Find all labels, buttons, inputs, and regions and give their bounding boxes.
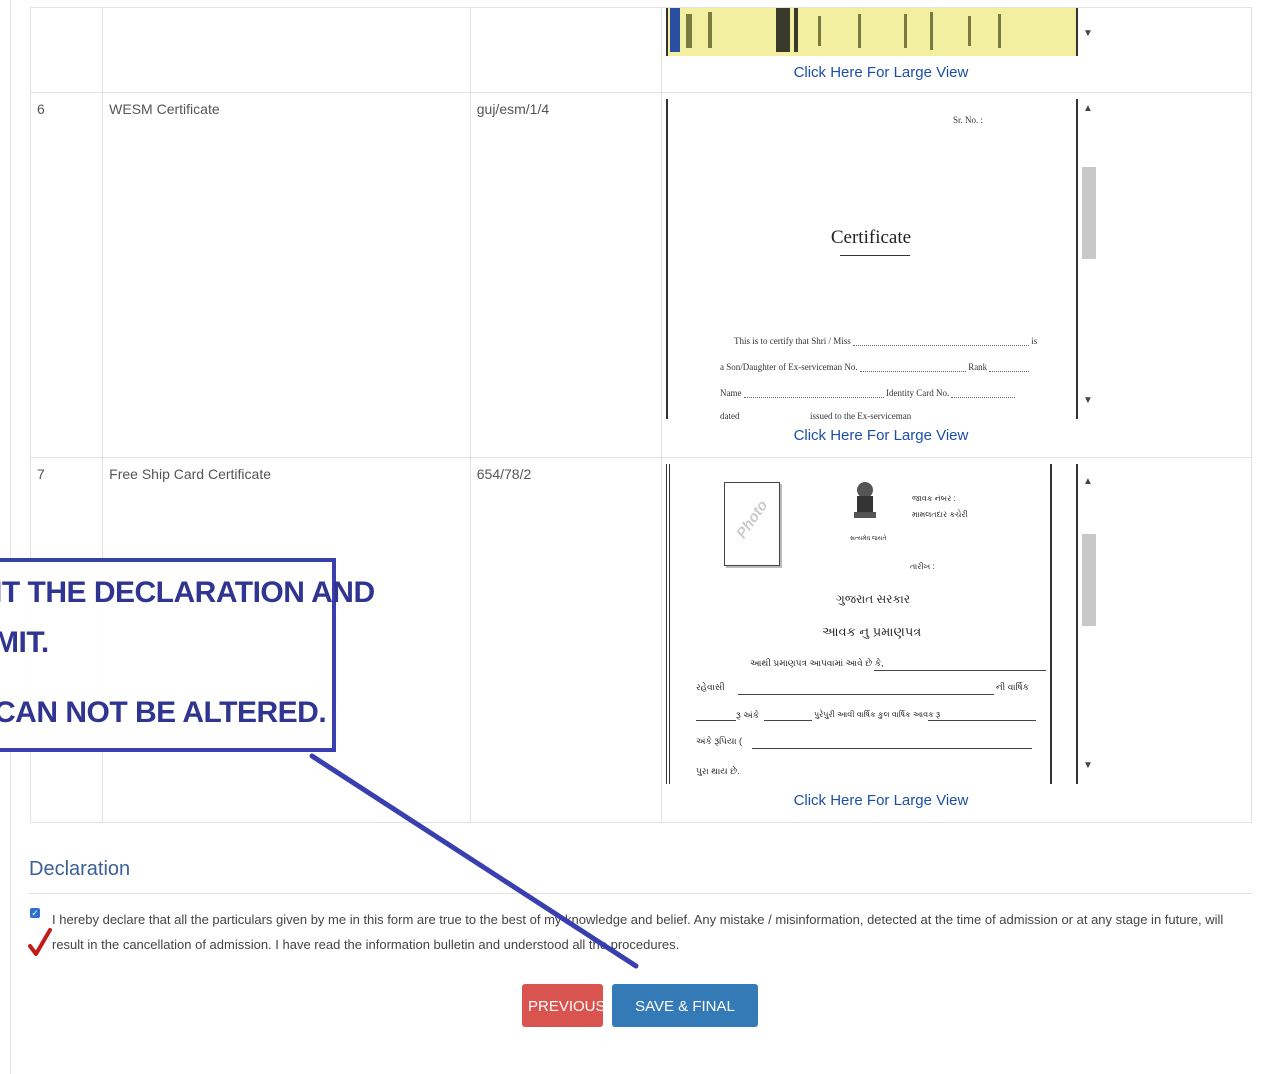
scroll-down-icon[interactable]: ▼ (1082, 760, 1094, 771)
scrollbar-thumb[interactable] (1081, 167, 1096, 259)
scroll-down-icon[interactable]: ▼ (1082, 395, 1094, 406)
scroll-up-icon[interactable]: ▲ (1082, 103, 1094, 114)
table-row-top-partial: ▼ Click Here For Large View (29, 7, 1253, 93)
preview-scrollbar[interactable]: ▼ (1075, 8, 1098, 56)
wesm-certificate-preview: Sr. No. : Certificate This is to certify… (665, 99, 1096, 419)
large-view-link[interactable]: Click Here For Large View (662, 792, 1100, 809)
document-number: guj/esm/1/4 (469, 92, 662, 458)
photo-placeholder: Photo (723, 482, 780, 566)
document-preview-image (665, 8, 1096, 56)
preview-scrollbar[interactable]: ▲ ▼ (1075, 464, 1098, 784)
certificate-title: Certificate (830, 227, 912, 248)
row-number: 6 (29, 92, 104, 458)
document-number: 654/78/2 (469, 457, 662, 823)
preview-scrollbar[interactable]: ▲ ▼ (1075, 99, 1098, 419)
callout-line-2: MIT. (0, 626, 49, 659)
large-view-link[interactable]: Click Here For Large View (662, 64, 1100, 81)
previous-button[interactable]: PREVIOUS (522, 984, 606, 1027)
callout-line-1: IT THE DECLARATION AND (0, 576, 375, 609)
document-preview-cell: ▼ Click Here For Large View (660, 7, 1253, 93)
callout-line-3: CAN NOT BE ALTERED. (0, 696, 327, 729)
state-emblem-icon (853, 482, 876, 518)
scroll-up-icon[interactable]: ▲ (1082, 476, 1094, 487)
save-final-submit-button[interactable]: SAVE & FINAL SUBMIT (612, 984, 758, 1058)
instruction-callout: IT THE DECLARATION AND MIT. CAN NOT BE A… (0, 558, 375, 752)
declaration-title: Declaration (29, 858, 131, 880)
large-view-link[interactable]: Click Here For Large View (662, 427, 1100, 444)
page-left-border (10, 0, 11, 1074)
document-name: WESM Certificate (102, 92, 471, 458)
freeship-certificate-preview: Photo સત્યમેવ જયતે જાવક નંબર : મામલતદાર … (665, 464, 1098, 784)
document-preview-cell: Sr. No. : Certificate This is to certify… (660, 92, 1253, 458)
red-checkmark-icon (28, 928, 52, 956)
table-row: 6 WESM Certificate guj/esm/1/4 Sr. No. :… (29, 92, 1253, 458)
declaration-checkbox[interactable]: ✓ (30, 908, 40, 918)
declaration-divider (29, 893, 1252, 894)
declaration-text: I hereby declare that all the particular… (52, 912, 1224, 952)
scrollbar-thumb[interactable] (1081, 534, 1096, 626)
document-preview-cell: Photo સત્યમેવ જયતે જાવક નંબર : મામલતદાર … (660, 457, 1253, 823)
